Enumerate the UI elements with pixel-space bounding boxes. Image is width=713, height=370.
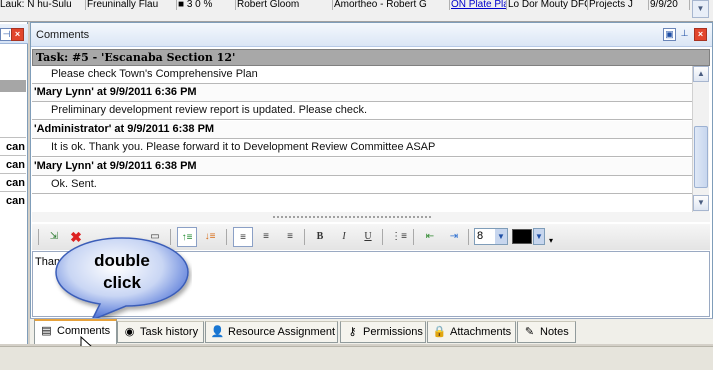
pin-icon[interactable]: ⊥ <box>678 28 691 41</box>
grid-cell: Lauk: N hu-Sulu <box>0 0 86 10</box>
tab-notes[interactable]: ✎ Notes <box>517 321 576 343</box>
comment-message: Preliminary development review report is… <box>32 102 692 120</box>
comment-message: It is ok. Thank you. Please forward it t… <box>32 139 692 157</box>
scroll-down-arrow-icon[interactable]: ▼ <box>693 195 709 211</box>
toolbar-grip <box>38 229 39 245</box>
toolbar-separator <box>226 229 227 245</box>
comments-panel-header <box>31 23 712 47</box>
toolbar-separator <box>413 229 414 245</box>
toolbar-separator <box>304 229 305 245</box>
font-size-value: 8 <box>477 230 484 242</box>
chevron-down-icon[interactable]: ▼ <box>495 229 507 244</box>
grid-cell: Robert Gloom <box>237 0 333 10</box>
tab-attachments[interactable]: 🔒 Attachments <box>427 321 516 343</box>
tab-label: Notes <box>540 326 569 338</box>
splitter-grip[interactable] <box>272 215 432 219</box>
comment-log-scrollbar[interactable]: ▲ ▼ <box>692 66 709 212</box>
text-color-swatch[interactable] <box>512 229 532 244</box>
scroll-up-arrow-icon[interactable]: ▲ <box>693 66 709 82</box>
tab-label: Permissions <box>363 326 423 338</box>
callout-text: double click <box>83 250 161 294</box>
grid-cell: Lo Dor Mouty DFG <box>508 0 588 10</box>
tab-comments[interactable]: ▤ Comments <box>34 319 117 344</box>
grid-cell: Projects J <box>589 0 649 10</box>
grid-cell: 9/9/20 <box>650 0 690 10</box>
tab-task-history[interactable]: ◉ Task history <box>117 321 204 343</box>
align-center-icon[interactable]: ≡ <box>256 227 276 247</box>
close-icon[interactable]: × <box>11 28 24 41</box>
scrollbar-thumb[interactable] <box>694 126 708 188</box>
bold-icon[interactable]: B <box>310 227 330 247</box>
indent-icon[interactable]: ⇥ <box>444 227 464 247</box>
status-bar <box>0 346 713 370</box>
comment-author-header: 'Mary Lynn' at 9/9/2011 6:38 PM <box>32 158 692 176</box>
tab-permissions[interactable]: ⚷ Permissions <box>340 321 426 343</box>
tab-label: Resource Assignment <box>228 326 335 338</box>
grid-cell: Freuninally Flau <box>87 0 177 10</box>
grid-cell: ■ 3 0 % <box>178 0 236 10</box>
resource-icon: 👤 <box>210 326 225 338</box>
key-icon: ⚷ <box>348 326 357 338</box>
left-panel-rows: can can can can <box>0 137 26 209</box>
close-icon[interactable]: × <box>694 28 707 41</box>
callout-line: click <box>103 273 141 292</box>
tab-label: Task history <box>140 326 199 338</box>
tab-label: Attachments <box>450 326 512 338</box>
list-item[interactable]: can <box>0 173 26 191</box>
toolbar-overflow-icon[interactable]: ▾ <box>549 236 553 245</box>
chevron-down-icon[interactable]: ▼ <box>533 228 545 245</box>
panel-title: Comments <box>36 29 90 41</box>
underline-icon[interactable]: U <box>358 227 378 247</box>
comment-message: Ok. Sent. <box>32 176 692 194</box>
grid-cell: Amortheo - Robert G <box>334 0 450 10</box>
comment-author-header: 'Mary Lynn' at 9/9/2011 6:36 PM <box>32 84 692 102</box>
comment-author-header: 'Administrator' at 9/9/2011 6:38 PM <box>32 121 692 139</box>
restore-icon[interactable]: ▣ <box>663 28 676 41</box>
callout-line: double <box>94 251 150 270</box>
history-icon: ◉ <box>124 326 135 338</box>
list-item[interactable]: can <box>0 137 26 155</box>
grid-scroll-down-arrow[interactable]: ▼ <box>692 0 709 18</box>
notes-icon: ✎ <box>524 326 535 338</box>
align-left-icon[interactable]: ≡ <box>233 227 253 247</box>
font-size-select[interactable]: 8 ▼ <box>474 228 508 245</box>
comment-message: Please check Town's Comprehensive Plan <box>32 66 692 84</box>
list-item[interactable]: can <box>0 155 26 173</box>
left-panel-group-bar <box>0 80 26 92</box>
sort-desc-icon[interactable]: ↓≡ <box>200 227 220 247</box>
comment-log: Please check Town's Comprehensive Plan '… <box>32 66 694 196</box>
comments-icon: ▤ <box>41 325 52 337</box>
outdent-icon[interactable]: ⇤ <box>420 227 440 247</box>
lock-icon: 🔒 <box>432 326 447 338</box>
toolbar-separator <box>468 229 469 245</box>
grid-cell-link[interactable]: ON Plate Plan <box>451 0 507 10</box>
align-right-icon[interactable]: ≡ <box>280 227 300 247</box>
background-grid-strip: Lauk: N hu-Sulu Freuninally Flau ■ 3 0 %… <box>0 0 713 22</box>
list-item[interactable]: can <box>0 191 26 209</box>
tab-resource-assignment[interactable]: 👤 Resource Assignment <box>205 321 338 343</box>
italic-icon[interactable]: I <box>334 227 354 247</box>
task-title: Task: #5 - 'Escanaba Section 12' <box>36 51 236 64</box>
bullets-icon[interactable]: ⋮≡ <box>389 227 409 247</box>
toolbar-separator <box>382 229 383 245</box>
